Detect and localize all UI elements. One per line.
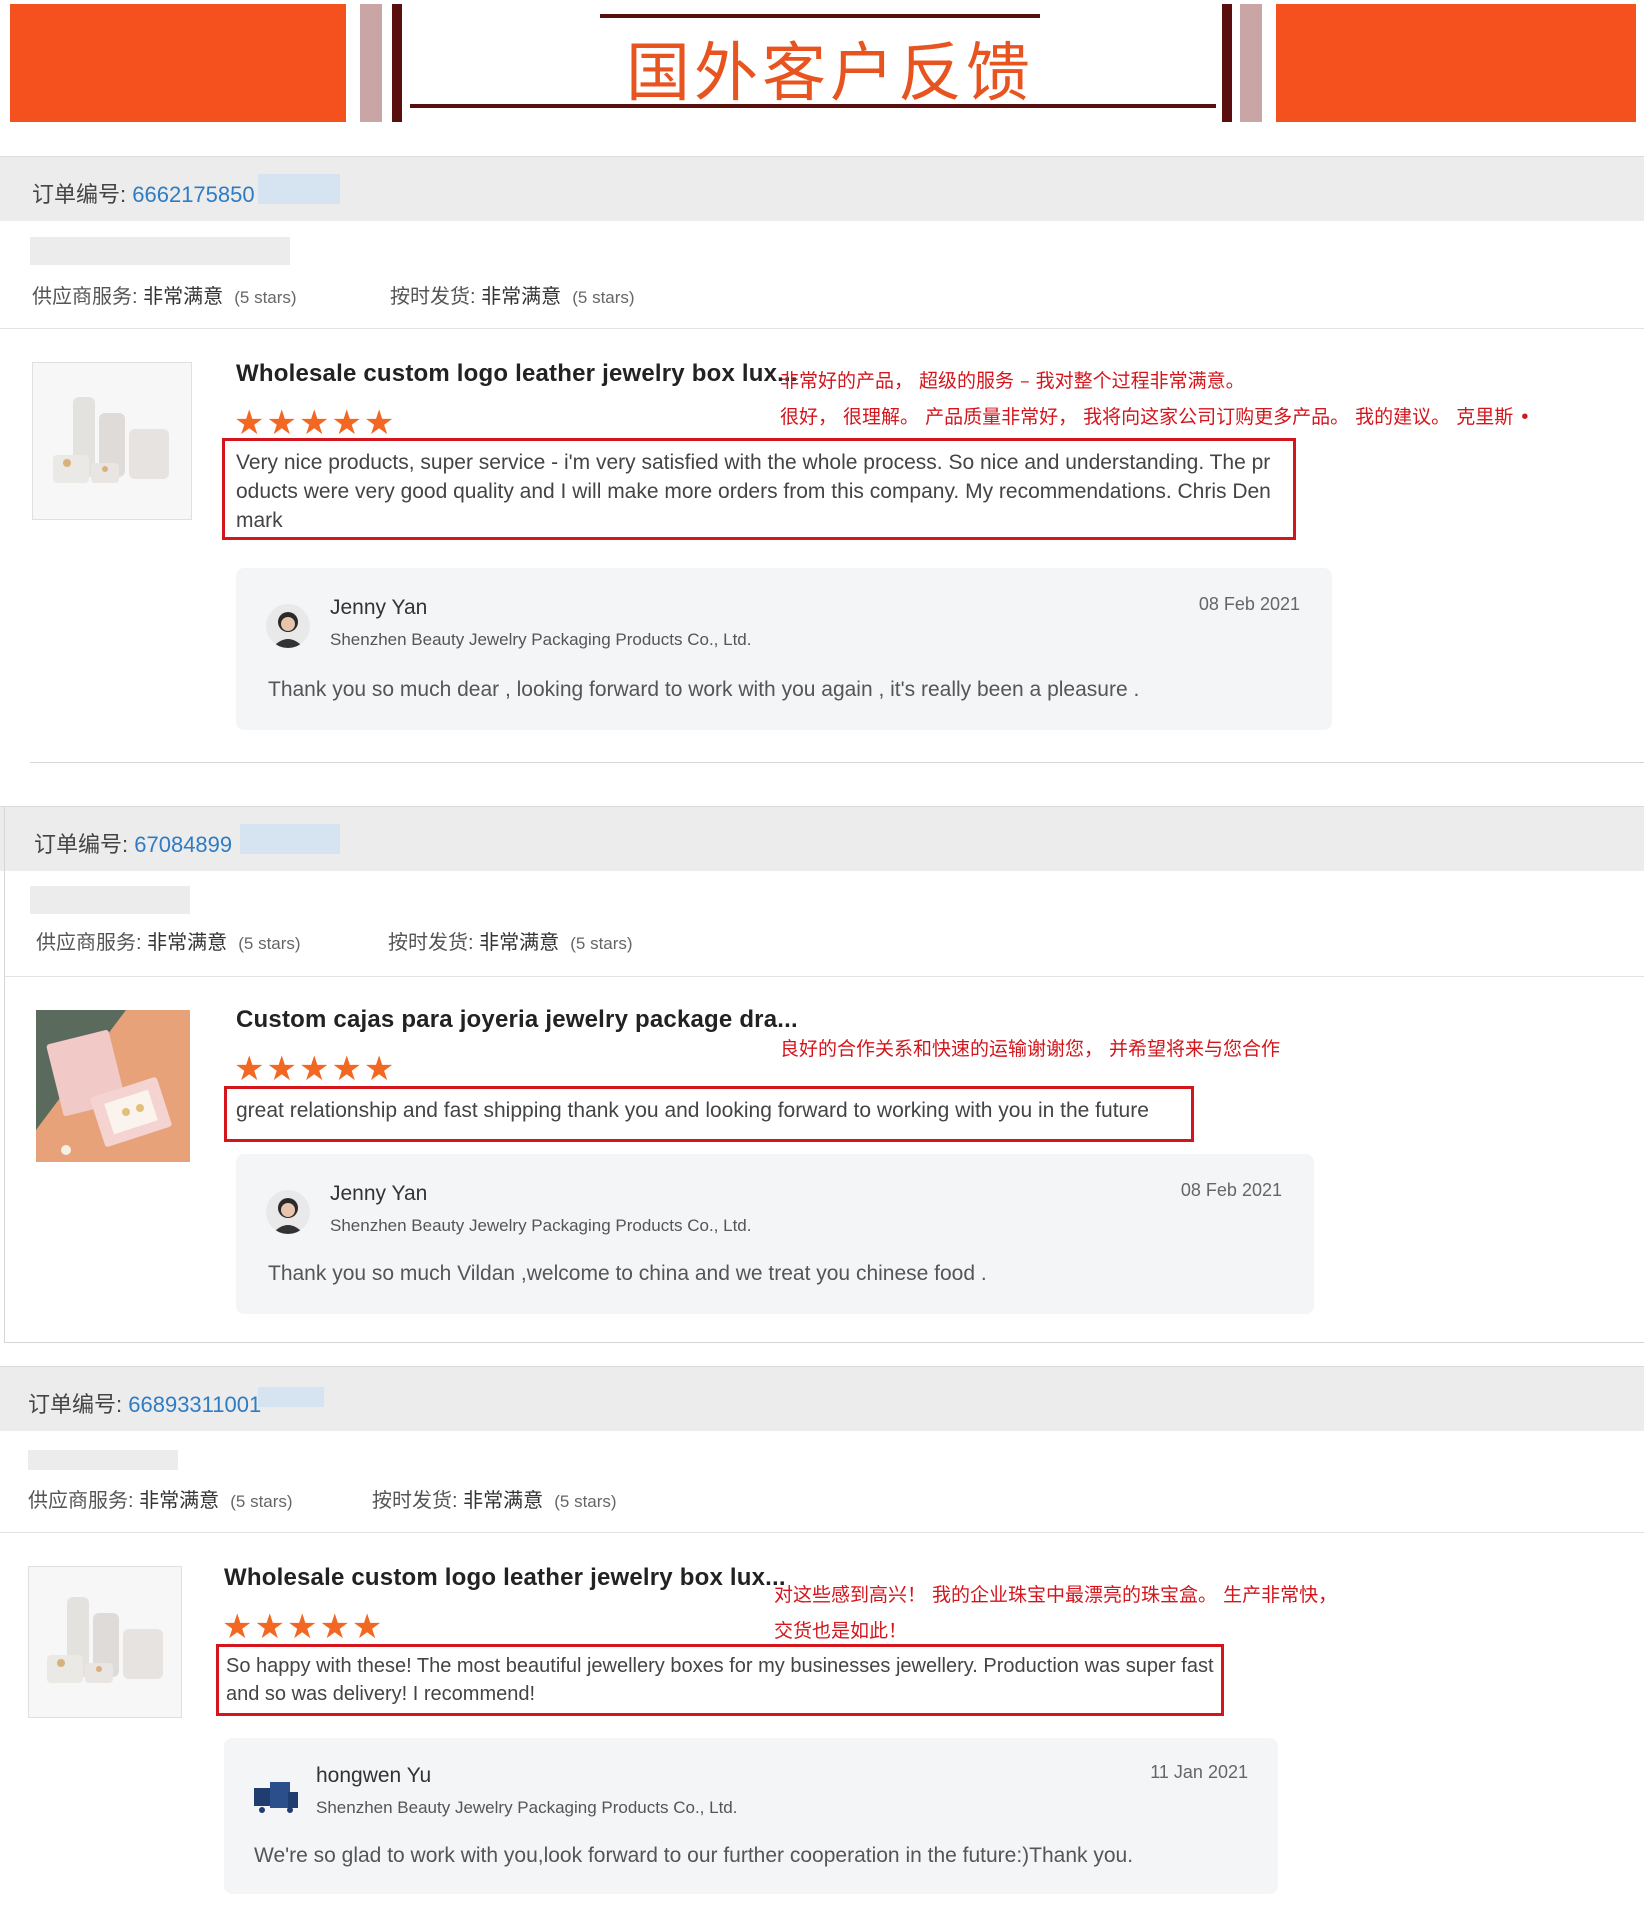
avatar [266, 1190, 310, 1234]
seller-reply: Jenny Yan Shenzhen Beauty Jewelry Packag… [236, 1154, 1314, 1314]
rating-summary: 供应商服务: 非常满意 (5 stars) [32, 286, 297, 308]
banner-title: 国外客户反馈 [626, 37, 1034, 111]
star-rating: ★★★★★ [234, 404, 397, 442]
redaction-mask [240, 824, 340, 854]
banner-left-block [10, 4, 346, 122]
seller-reply: Jenny Yan Shenzhen Beauty Jewelry Packag… [236, 568, 1332, 730]
buyer-name-redacted [28, 1450, 178, 1470]
divider [4, 976, 1644, 977]
banner-top-rule [600, 14, 1040, 18]
product-thumbnail[interactable] [28, 1566, 182, 1718]
review-text: Very nice products, super service - i'm … [236, 451, 1271, 532]
avatar [254, 1774, 298, 1818]
order-header: 订单编号: 66893311001 [0, 1366, 1644, 1431]
product-thumbnail[interactable] [36, 1010, 190, 1162]
rating-delivery: 按时发货: 非常满意 (5 stars) [390, 286, 635, 308]
order-number[interactable]: 67084899 [134, 832, 232, 857]
order-label: 订单编号: [28, 1392, 123, 1417]
rating-summary: 供应商服务: 非常满意 (5 stars) [36, 932, 301, 954]
reply-date: 08 Feb 2021 [1198, 594, 1300, 614]
banner-right-dark-bar [1222, 4, 1232, 122]
redaction-mask [258, 1387, 324, 1407]
avatar [266, 604, 310, 648]
banner-right-block [1276, 4, 1636, 122]
order-header: 订单编号: 6662175850 [0, 156, 1644, 221]
order-number[interactable]: 66893311001 [128, 1392, 261, 1417]
reply-author: Jenny Yan [330, 596, 428, 619]
reply-message: Thank you so much Vildan ,welcome to chi… [268, 1262, 987, 1285]
translation-line: 交货也是如此！ [774, 1620, 908, 1642]
buyer-name-redacted [30, 886, 190, 914]
reply-author: hongwen Yu [316, 1764, 432, 1787]
star-rating: ★★★★★ [234, 1050, 397, 1088]
reply-company: Shenzhen Beauty Jewelry Packaging Produc… [316, 1798, 738, 1817]
product-thumbnail[interactable] [32, 362, 192, 520]
product-title[interactable]: Custom cajas para joyeria jewelry packag… [236, 1006, 798, 1034]
translation-line: 良好的合作关系和快速的运输谢谢您， 并希望将来与您合作 [780, 1038, 1281, 1060]
reply-company: Shenzhen Beauty Jewelry Packaging Produc… [330, 1216, 752, 1235]
rating-delivery: 按时发货: 非常满意 (5 stars) [388, 932, 633, 954]
translation-line: 非常好的产品， 超级的服务 – 我对整个过程非常满意。 [780, 370, 1245, 392]
product-title[interactable]: Wholesale custom logo leather jewelry bo… [224, 1564, 786, 1592]
seller-reply: hongwen Yu Shenzhen Beauty Jewelry Packa… [224, 1738, 1278, 1894]
reply-date: 08 Feb 2021 [1180, 1180, 1282, 1200]
reply-date: 11 Jan 2021 [1150, 1762, 1248, 1782]
white-jewelry-box-image [29, 1567, 181, 1717]
rating-summary: 供应商服务: 非常满意 (5 stars) [28, 1490, 293, 1512]
buyer-name-redacted [30, 237, 290, 265]
pink-jewelry-box-image [36, 1010, 190, 1162]
divider [0, 328, 1644, 329]
reply-author: Jenny Yan [330, 1182, 428, 1205]
divider [4, 1342, 1644, 1343]
banner-left-dark-bar [392, 4, 402, 122]
order-header: 订单编号: 67084899 [0, 806, 1644, 871]
white-jewelry-box-image [33, 363, 191, 519]
order-number[interactable]: 6662175850 [132, 182, 254, 207]
rating-delivery: 按时发货: 非常满意 (5 stars) [372, 1490, 617, 1512]
product-title[interactable]: Wholesale custom logo leather jewelry bo… [236, 360, 798, 388]
divider [0, 1532, 1644, 1533]
redaction-mask [258, 174, 340, 204]
order-label: 订单编号: [32, 182, 127, 207]
card-border [4, 806, 5, 1342]
banner-left-pink-bar [360, 4, 382, 122]
order-label: 订单编号: [34, 832, 129, 857]
review-text: great relationship and fast shipping tha… [236, 1099, 1149, 1122]
translation-line: 对这些感到高兴！ 我的企业珠宝中最漂亮的珠宝盒。 生产非常快， [774, 1584, 1338, 1606]
reply-company: Shenzhen Beauty Jewelry Packaging Produc… [330, 630, 752, 649]
review-text: So happy with these! The most beautiful … [226, 1655, 1214, 1705]
translation-line: 很好， 很理解。 产品质量非常好， 我将向这家公司订购更多产品。 我的建议。 克… [780, 406, 1531, 428]
divider [30, 762, 1644, 763]
reply-message: Thank you so much dear , looking forward… [268, 678, 1140, 701]
reply-message: We're so glad to work with you,look forw… [254, 1844, 1134, 1867]
banner-right-pink-bar [1240, 4, 1262, 122]
star-rating: ★★★★★ [222, 1608, 385, 1646]
